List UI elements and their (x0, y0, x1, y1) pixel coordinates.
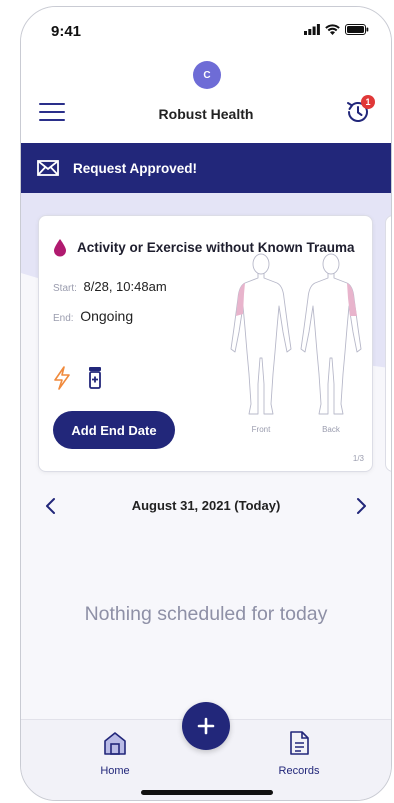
end-label: End: (53, 313, 74, 324)
nav-home[interactable]: Home (93, 730, 137, 777)
app-header: C Robust Health 1 (21, 55, 391, 143)
nav-records-label: Records (278, 765, 320, 777)
add-button[interactable] (182, 702, 230, 750)
envelope-icon (37, 160, 59, 176)
status-icons (304, 24, 369, 35)
episode-card[interactable]: Activity or Exercise without Known Traum… (38, 215, 373, 472)
nav-home-label: Home (100, 765, 130, 777)
start-label: Start: (53, 283, 77, 294)
date-navigation: August 31, 2021 (Today) (21, 493, 391, 519)
notification-badge: 1 (361, 95, 375, 109)
battery-icon (345, 24, 369, 35)
body-map[interactable]: Front Back (217, 248, 369, 436)
app-title: Robust Health (158, 106, 254, 122)
empty-state-message: Nothing scheduled for today (84, 603, 328, 625)
document-icon (290, 731, 309, 755)
signal-icon (304, 24, 320, 35)
status-bar: 9:41 (21, 7, 391, 55)
body-back (300, 253, 362, 415)
banner-text: Request Approved! (73, 160, 198, 176)
current-date: August 31, 2021 (Today) (131, 498, 281, 513)
history-button[interactable]: 1 (343, 95, 375, 127)
start-value: 8/28, 10:48am (83, 279, 167, 294)
next-card-peek[interactable] (385, 215, 391, 472)
end-value: Ongoing (80, 308, 134, 324)
start-field: Start: 8/28, 10:48am (53, 279, 167, 294)
chevron-right-icon (357, 498, 366, 514)
front-label: Front (252, 425, 271, 434)
back-label: Back (322, 425, 341, 434)
plus-icon (197, 717, 215, 735)
add-end-date-button[interactable]: Add End Date (53, 411, 175, 449)
avatar[interactable]: C (193, 61, 221, 89)
next-day-button[interactable] (351, 495, 371, 517)
status-time: 9:41 (51, 23, 82, 40)
body-front (230, 253, 292, 415)
card-icons (53, 366, 103, 390)
home-icon (104, 732, 126, 755)
wifi-icon (325, 24, 340, 35)
home-indicator (141, 790, 273, 795)
end-field: End: Ongoing (53, 308, 133, 324)
card-pager: 1/3 (352, 454, 364, 463)
drop-icon (54, 239, 66, 257)
menu-line (39, 103, 65, 105)
nav-records[interactable]: Records (271, 730, 327, 777)
phone-screen: 9:41 C Robust Health 1 Request Approved!… (20, 6, 392, 801)
medication-bottle-icon (89, 367, 101, 389)
lightning-icon (54, 366, 70, 390)
approval-banner[interactable]: Request Approved! (21, 143, 391, 193)
